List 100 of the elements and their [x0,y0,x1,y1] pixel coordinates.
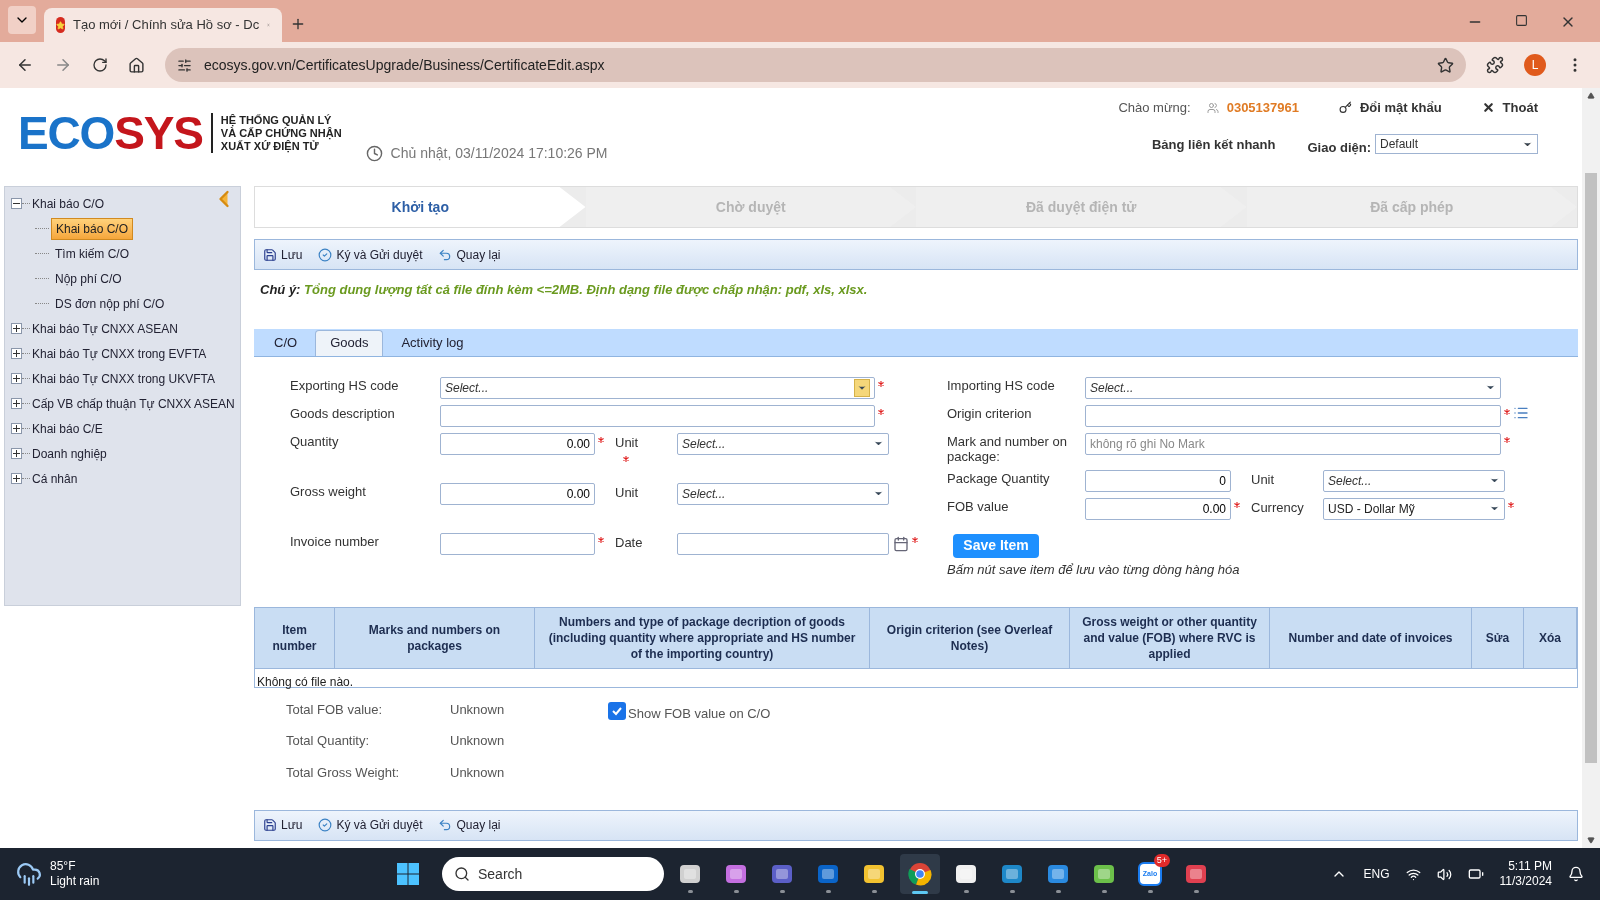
toolbar-button[interactable]: Lưu [263,816,303,834]
toolbar-button[interactable]: Quay lại [438,816,501,834]
language-indicator[interactable]: ENG [1363,865,1390,883]
select-field[interactable]: Select... [677,432,889,455]
expand-icon[interactable] [11,423,22,434]
app-icon [1092,862,1116,886]
app-icon [1000,862,1024,886]
scrollbar[interactable] [1582,88,1600,848]
number-field[interactable]: 0.00 [440,482,595,505]
select-field[interactable]: Select... [1085,376,1501,399]
app-icon [724,862,748,886]
browser-tab[interactable]: Tạo mới / Chính sửa Hồ sơ - Dc [44,8,282,42]
key-icon [1339,101,1352,115]
bookmark-icon[interactable] [1437,56,1454,74]
hint-text: Bấm nút save item để lưu vào từng dòng hàng hóa [947,560,1241,579]
text-field[interactable] [440,404,875,427]
number-field[interactable]: 0.00 [1085,497,1231,520]
battery-icon[interactable] [1467,866,1484,882]
expand-icon[interactable] [11,323,22,334]
expand-icon[interactable] [11,398,22,409]
logout-link[interactable]: Thoát [1481,98,1538,118]
tab-list-button[interactable] [8,6,36,34]
start-icon[interactable] [396,862,420,886]
theme-select[interactable]: Default [1375,134,1538,155]
column-header: Xóa [1524,607,1577,668]
toolbar-button[interactable]: Quay lại [438,245,501,264]
tree-item[interactable]: Khai báo C/O [51,217,134,240]
total-value: Unknown [450,732,506,750]
reload-icon[interactable] [92,57,108,73]
weather-icon[interactable] [16,861,42,887]
undo-icon [438,247,453,262]
tree-item[interactable]: Cấp VB chấp thuận Tự CNXX ASEAN [32,394,235,413]
text-field[interactable] [440,532,595,555]
clock-text[interactable]: 5:11 PM [1508,859,1552,874]
extensions-icon[interactable] [1486,56,1504,74]
notification-icon[interactable] [1568,866,1584,882]
calendar-icon[interactable] [893,535,909,552]
toolbar-button[interactable]: Lưu [263,245,303,264]
tab[interactable]: C/O [260,329,312,356]
column-header: Marks and numbers on packages [335,607,535,668]
tab-title: Tạo mới / Chính sửa Hồ sơ - Dc [73,16,260,35]
tree-item[interactable]: Khai báo Tự CNXX trong UKVFTA [32,369,215,388]
expand-icon[interactable] [11,448,22,459]
new-tab-icon[interactable] [290,16,306,32]
back-icon[interactable] [16,56,34,74]
tree-item[interactable]: Cá nhân [32,469,78,488]
app-icon [1184,862,1208,886]
number-field[interactable]: 0 [1085,469,1231,492]
check-icon [318,818,333,832]
taskbar-app[interactable] [900,854,940,894]
date-text[interactable]: 11/3/2024 [1499,874,1552,889]
tree-item[interactable]: DS đơn nộp phí C/O [51,293,169,314]
tree-item[interactable]: Nộp phí C/O [51,268,126,289]
profile-avatar[interactable]: L [1524,54,1546,76]
maximize-icon[interactable] [1515,14,1528,27]
scroll-up-icon[interactable] [1587,92,1595,100]
temperature-text: 85°F [50,859,77,874]
expand-icon[interactable] [11,473,22,484]
total-label: Total Quantity: [286,732,371,750]
checkbox[interactable] [608,702,626,721]
tab[interactable]: Goods [315,329,384,356]
tree-item[interactable]: Khai báo C/E [32,419,103,438]
checkmark-icon [611,705,623,718]
wifi-icon[interactable] [1405,866,1421,882]
scroll-down-icon[interactable] [1587,836,1595,844]
field-label: Unit [1251,470,1276,489]
select-field[interactable]: Select... [1323,469,1505,492]
tree-item[interactable]: Khai báo C/O [32,194,105,213]
text-field[interactable]: không rõ ghi No Mark [1085,432,1501,455]
expand-icon[interactable] [11,373,22,384]
collapse-icon[interactable] [11,198,22,209]
close-icon [1481,101,1495,115]
select-field[interactable]: Select... [440,376,875,399]
quick-links-link[interactable]: Bảng liên kết nhanh [1151,134,1276,154]
number-field[interactable]: 0.00 [440,432,595,455]
app-icon [816,862,840,886]
select-field[interactable]: USD - Dollar Mỹ [1323,497,1505,520]
tab[interactable]: Activity log [387,329,478,356]
toolbar-button[interactable]: Ký và Gửi duyệt [318,245,423,264]
text-field[interactable] [1085,404,1501,427]
search-field[interactable]: Search [442,857,664,891]
change-password-link[interactable]: Đổi mật khẩu [1339,98,1442,118]
date-field[interactable] [677,532,889,555]
datetime-text: Chủ nhật, 03/11/2024 17:10:26 PM [390,144,608,163]
logo-tagline: HỆ THỐNG QUẢN LÝ VÀ CẤP CHỨNG NHẬN XUẤT XỨ ĐIỆN TỬ [220,113,342,153]
tree-item[interactable]: Khai báo Tự CNXX ASEAN [32,319,178,338]
column-header: Sửa [1472,607,1524,668]
field-label: Importing HS code [947,376,1056,393]
tree-item[interactable]: Doanh nghiệp [32,444,107,463]
tree-item[interactable]: Khai báo Tự CNXX trong EVFTA [32,344,207,363]
volume-icon[interactable] [1436,866,1452,882]
forward-icon[interactable] [54,56,72,74]
app-icon [862,862,886,886]
expand-icon[interactable] [11,348,22,359]
address-bar[interactable]: ecosys.gov.vn/CertificatesUpgrade/Business/CertificateEdit.aspx [165,48,1466,82]
home-icon[interactable] [128,56,145,74]
app-icon [678,862,702,886]
toolbar-button[interactable]: Ký và Gửi duyệt [318,816,423,834]
select-field[interactable]: Select... [677,482,889,505]
tree-item[interactable]: Tìm kiếm C/O [51,243,133,264]
